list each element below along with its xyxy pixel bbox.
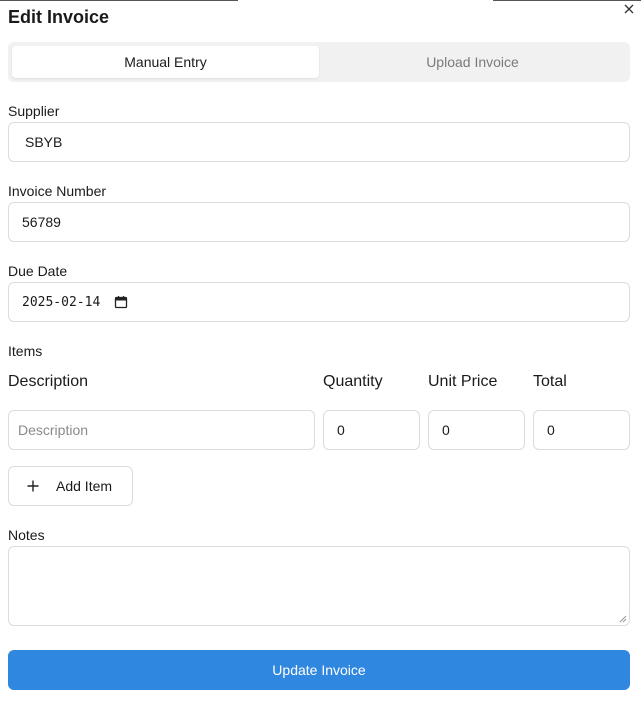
item-unit-price-input[interactable] — [442, 422, 524, 438]
notes-textarea[interactable] — [8, 546, 630, 626]
item-description-input[interactable] — [18, 422, 314, 438]
due-date-field[interactable]: 2025-02-14 — [8, 282, 630, 322]
top-border-right — [493, 0, 641, 1]
due-date-label: Due Date — [8, 263, 68, 279]
invoice-number-label: Invoice Number — [8, 183, 107, 199]
item-total-input[interactable] — [547, 422, 629, 438]
entry-mode-tabs: Manual Entry Upload Invoice — [8, 42, 630, 82]
calendar-icon[interactable] — [114, 295, 128, 309]
item-total-field[interactable] — [533, 410, 630, 450]
tab-upload-invoice[interactable]: Upload Invoice — [319, 46, 626, 78]
tab-manual-entry[interactable]: Manual Entry — [12, 46, 319, 78]
column-header-quantity: Quantity — [323, 373, 383, 390]
supplier-label: Supplier — [8, 103, 60, 119]
update-invoice-button[interactable]: Update Invoice — [8, 650, 630, 690]
add-item-label: Add Item — [56, 478, 113, 494]
invoice-number-input[interactable] — [22, 214, 629, 230]
dialog-title: Edit Invoice — [8, 7, 110, 27]
supplier-field[interactable] — [8, 122, 630, 162]
plus-icon — [27, 480, 39, 492]
add-item-button[interactable]: Add Item — [8, 466, 133, 506]
invoice-number-field[interactable] — [8, 202, 630, 242]
top-border-left — [0, 0, 238, 1]
column-header-unit-price: Unit Price — [428, 373, 498, 390]
item-unit-price-field[interactable] — [428, 410, 525, 450]
item-quantity-field[interactable] — [323, 410, 420, 450]
item-description-field[interactable] — [8, 410, 315, 450]
column-header-description: Description — [8, 373, 89, 390]
close-icon — [624, 4, 634, 14]
due-date-value: 2025-02-14 — [22, 294, 101, 310]
items-label: Items — [8, 343, 43, 359]
supplier-input[interactable] — [25, 134, 629, 150]
resize-handle-icon[interactable] — [619, 615, 627, 623]
column-header-total: Total — [533, 373, 567, 390]
close-button[interactable] — [620, 0, 638, 18]
item-quantity-input[interactable] — [337, 422, 419, 438]
notes-label: Notes — [8, 527, 45, 543]
